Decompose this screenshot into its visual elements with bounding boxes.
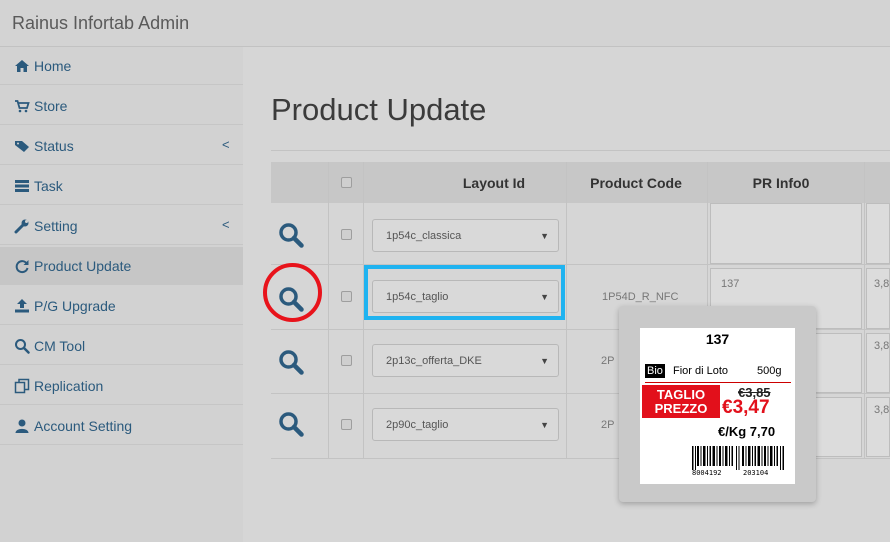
product-code-cell: 2P — [601, 355, 615, 367]
highlight-circle — [263, 263, 322, 322]
sidebar-item-label: Home — [34, 58, 72, 74]
next-column-field[interactable]: 3,8 — [866, 268, 890, 329]
cart-icon — [15, 100, 30, 113]
tag-promo-line2: PREZZO — [654, 401, 708, 416]
tag-unit-price: €/Kg 7,70 — [718, 424, 776, 439]
sidebar-item-label: P/G Upgrade — [34, 298, 116, 314]
barcode-icon — [692, 446, 784, 470]
sidebar-item-label: Account Setting — [34, 418, 133, 434]
caret-down-icon: ▼ — [540, 420, 549, 430]
header-pr-info0[interactable]: PR Info0 — [736, 175, 826, 191]
header-product-code[interactable]: Product Code — [581, 175, 691, 191]
tag-icon — [15, 141, 29, 152]
barcode-digits-left: 8004192 — [692, 469, 722, 477]
sidebar-item-replication[interactable]: Replication — [0, 367, 243, 405]
highlight-rectangle — [364, 265, 565, 320]
column-divider — [328, 162, 329, 458]
tag-new-price: €3,47 — [722, 397, 770, 418]
tag-promo-banner: TAGLIO PREZZO — [642, 385, 720, 418]
sidebar-item-label: Status — [34, 138, 74, 154]
product-code-cell: 2P — [601, 419, 615, 431]
tag-product-name: Fior di Loto — [673, 365, 729, 377]
next-column-field[interactable]: 3,8 — [866, 397, 890, 457]
next-column-value: 3,8 — [874, 404, 890, 416]
title-divider — [271, 150, 890, 151]
tag-product-code: 137 — [705, 331, 730, 347]
sidebar-item-pg-upgrade[interactable]: P/G Upgrade — [0, 287, 243, 325]
next-column-value: 3,8 — [874, 340, 890, 352]
sidebar-item-label: Product Update — [34, 258, 132, 274]
sidebar-item-setting[interactable]: Setting < — [0, 207, 243, 245]
search-icon — [15, 339, 30, 354]
layout-select-value: 1p54c_classica — [386, 230, 462, 242]
app-title[interactable]: Rainus Infortab Admin — [12, 13, 189, 34]
tag-bio-badge: Bio — [645, 364, 665, 378]
sidebar-item-label: Store — [34, 98, 68, 114]
layout-select-value: 2p90c_taglio — [386, 419, 449, 431]
chevron-left-icon: < — [222, 137, 230, 152]
refresh-icon — [15, 260, 29, 274]
upload-icon — [15, 299, 29, 313]
magnify-icon[interactable] — [278, 349, 304, 375]
caret-down-icon: ▼ — [540, 231, 549, 241]
sidebar-item-task[interactable]: Task — [0, 167, 243, 205]
sidebar-item-store[interactable]: Store — [0, 87, 243, 125]
sidebar-item-status[interactable]: Status < — [0, 127, 243, 165]
top-navbar: Rainus Infortab Admin — [0, 0, 890, 47]
next-column-field[interactable] — [866, 203, 890, 264]
tag-weight: 500g — [757, 365, 782, 377]
next-column-field[interactable]: 3,8 — [866, 333, 890, 393]
layout-select-value: 2p13c_offerta_DKE — [386, 355, 482, 367]
sidebar-item-account-setting[interactable]: Account Setting — [0, 407, 243, 445]
sidebar-item-product-update[interactable]: Product Update — [0, 247, 243, 285]
sidebar-item-cm-tool[interactable]: CM Tool — [0, 327, 243, 365]
list-icon — [15, 180, 29, 192]
sidebar: Home Store Status < Task Setting < Produ… — [0, 47, 243, 542]
page-title: Product Update — [271, 92, 487, 127]
column-divider — [864, 162, 865, 458]
row-checkbox[interactable] — [341, 355, 352, 366]
column-divider — [566, 162, 567, 458]
layout-select[interactable]: 1p54c_classica ▼ — [372, 219, 559, 252]
barcode-digits-right: 203104 — [743, 469, 769, 477]
pr-info0-value: 137 — [721, 278, 740, 290]
caret-down-icon: ▼ — [540, 356, 549, 366]
layout-select[interactable]: 2p90c_taglio ▼ — [372, 408, 559, 441]
user-icon — [15, 419, 29, 433]
magnify-icon[interactable] — [278, 222, 304, 248]
select-all-checkbox[interactable] — [341, 177, 352, 188]
home-icon — [15, 60, 29, 72]
copy-icon — [14, 378, 30, 394]
sidebar-item-label: Task — [34, 178, 63, 194]
label-preview-popup: 137 Bio Fior di Loto 500g TAGLIO PREZZO … — [619, 306, 816, 502]
chevron-left-icon: < — [222, 217, 230, 232]
price-tag-preview: 137 Bio Fior di Loto 500g TAGLIO PREZZO … — [640, 328, 795, 484]
row-checkbox[interactable] — [341, 291, 352, 302]
header-layout-id[interactable]: Layout Id — [439, 175, 549, 191]
tag-divider — [645, 382, 791, 383]
product-code-cell: 1P54D_R_NFC — [602, 291, 679, 303]
layout-select[interactable]: 2p13c_offerta_DKE ▼ — [372, 344, 559, 377]
next-column-value: 3,8 — [874, 278, 890, 290]
row-checkbox[interactable] — [341, 229, 352, 240]
wrench-icon — [14, 219, 29, 234]
sidebar-item-label: CM Tool — [34, 338, 86, 354]
sidebar-item-label: Setting — [34, 218, 78, 234]
pr-info0-field[interactable] — [710, 203, 862, 264]
app-window: Rainus Infortab Admin Home Store Status … — [0, 0, 890, 542]
magnify-icon[interactable] — [278, 411, 304, 437]
sidebar-item-label: Replication — [34, 378, 104, 394]
sidebar-item-home[interactable]: Home — [0, 47, 243, 85]
tag-promo-line1: TAGLIO — [656, 387, 706, 402]
row-checkbox[interactable] — [341, 419, 352, 430]
